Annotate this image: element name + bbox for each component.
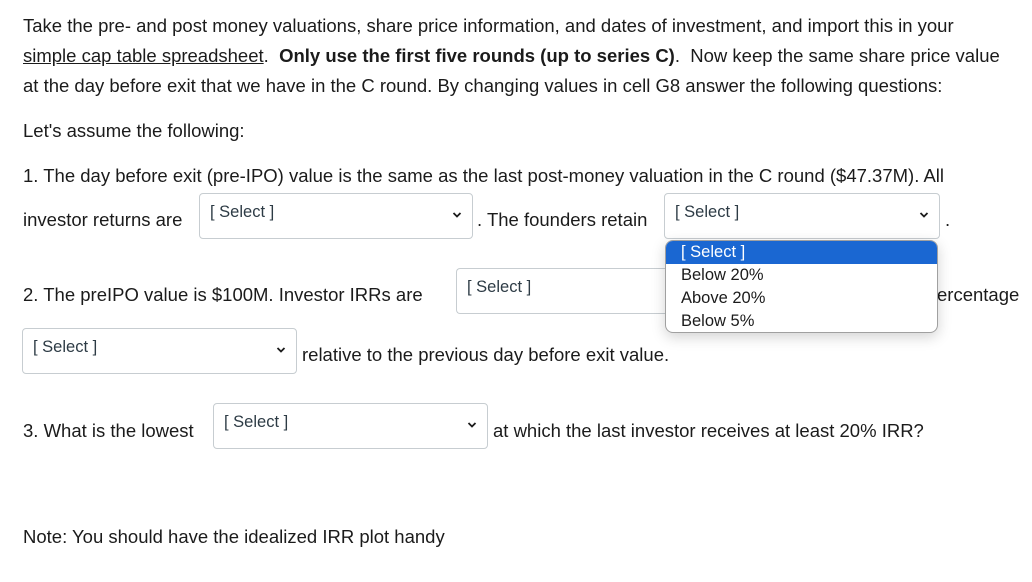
dropdown-option-select[interactable]: [ Select ]	[666, 241, 937, 264]
q1-investor-returns-select[interactable]: [ Select ]	[199, 193, 473, 239]
q1-suffix: .	[945, 209, 951, 230]
intro-line-1: Take the pre- and post money valuations,…	[23, 15, 954, 36]
select-value: [ Select ]	[224, 413, 289, 431]
q1-middle-text: . The founders retain	[477, 209, 648, 230]
intro-bold-instruction: Only use the first five rounds (up to se…	[279, 45, 675, 66]
dropdown-option-below-5[interactable]: Below 5%	[666, 310, 937, 332]
intro-line-2: simple cap table spreadsheet. Only use t…	[23, 45, 1000, 67]
note-text: Note: You should have the idealized IRR …	[23, 526, 445, 547]
assumption-heading: Let's assume the following:	[23, 120, 245, 141]
founders-retain-dropdown-list[interactable]: [ Select ] Below 20% Above 20% Below 5%	[665, 240, 938, 333]
q3-prefix: 3. What is the lowest	[23, 420, 194, 441]
select-value: [ Select ]	[33, 338, 98, 356]
q1-line-1: 1. The day before exit (pre-IPO) value i…	[23, 165, 945, 186]
q1-prefix: investor returns are	[23, 209, 183, 230]
q2-percentage-change-select[interactable]: [ Select ]	[22, 328, 297, 374]
intro-line-3: at the day before exit that we have in t…	[23, 75, 943, 96]
chevron-down-icon	[452, 212, 462, 218]
q3-suffix: at which the last investor receives at l…	[493, 420, 924, 441]
chevron-down-icon	[467, 422, 477, 428]
chevron-down-icon	[276, 347, 286, 353]
q2-suffix: relative to the previous day before exit…	[302, 344, 670, 365]
q2-hidden-tail: ercentage	[937, 284, 1020, 305]
intro-line-2-tail: . Now keep the same share price value	[674, 45, 1000, 66]
select-value: [ Select ]	[210, 203, 275, 221]
select-value: [ Select ]	[675, 203, 740, 221]
dropdown-option-above-20[interactable]: Above 20%	[666, 287, 937, 310]
q1-founders-retain-select[interactable]: [ Select ]	[664, 193, 940, 239]
select-value: [ Select ]	[467, 278, 532, 296]
dropdown-option-below-20[interactable]: Below 20%	[666, 264, 937, 287]
chevron-down-icon	[919, 212, 929, 218]
intro-link-suffix: .	[263, 45, 280, 66]
q3-lowest-select[interactable]: [ Select ]	[213, 403, 488, 449]
q2-prefix: 2. The preIPO value is $100M. Investor I…	[23, 284, 423, 305]
cap-table-spreadsheet-link[interactable]: simple cap table spreadsheet	[23, 45, 264, 66]
